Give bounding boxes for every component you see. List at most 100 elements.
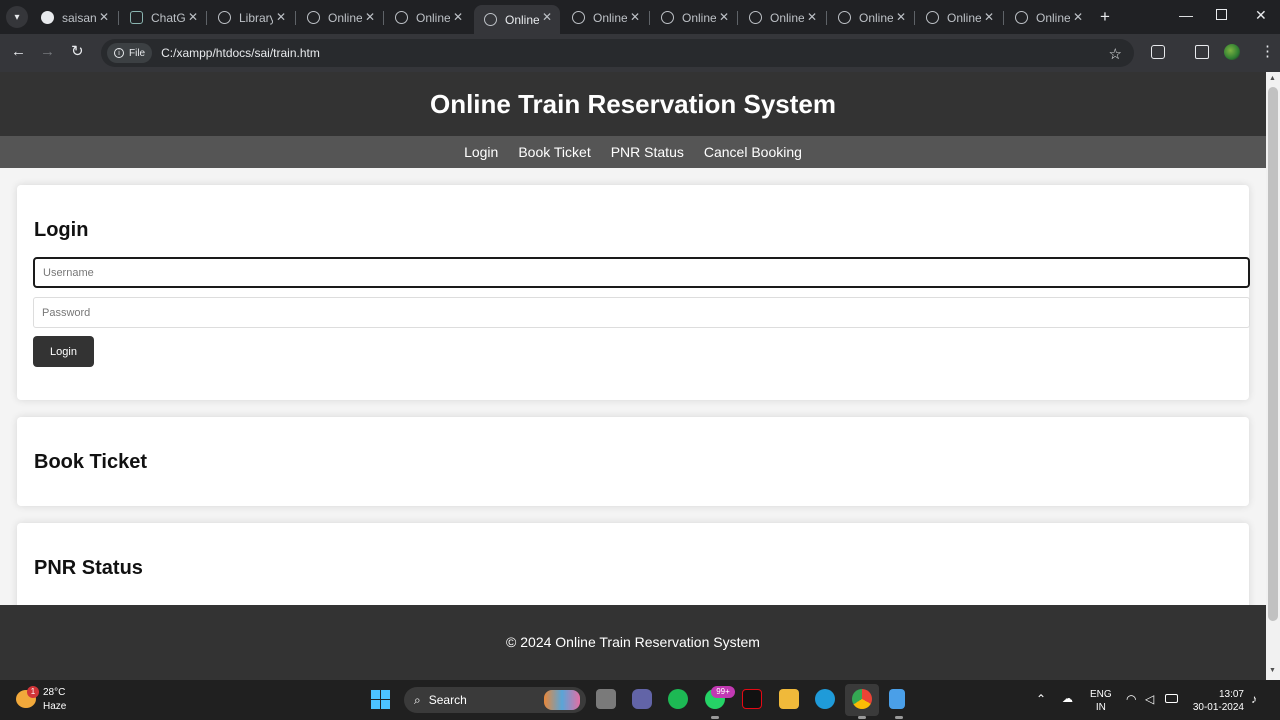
address-bar[interactable]: i File C:/xampp/htdocs/sai/train.htm ☆: [101, 39, 1134, 67]
start-windows-icon[interactable]: [371, 690, 390, 709]
browser-tab[interactable]: Online ✕: [297, 5, 383, 30]
tab-search-chevron-icon[interactable]: ▾: [6, 6, 28, 28]
tab-separator: [737, 11, 738, 25]
tab-title: Online: [328, 10, 362, 25]
scheme-label: File: [129, 47, 146, 59]
username-input[interactable]: [33, 257, 1250, 288]
browser-tab[interactable]: Online ✕: [1005, 5, 1091, 30]
whatsapp-badge: 99+: [711, 686, 735, 698]
side-panel-icon[interactable]: [1195, 45, 1209, 59]
tab-close-icon[interactable]: ✕: [896, 10, 906, 24]
tab-close-icon[interactable]: ✕: [719, 10, 729, 24]
url-text[interactable]: C:/xampp/htdocs/sai/train.htm: [161, 46, 320, 60]
tab-close-icon[interactable]: ✕: [99, 10, 109, 24]
login-section: Login Login: [17, 185, 1250, 400]
globe-icon: [484, 13, 497, 26]
close-window-icon[interactable]: ✕: [1255, 7, 1267, 24]
browser-tab[interactable]: Online ✕: [916, 5, 1002, 30]
tab-separator: [649, 11, 650, 25]
tab-title: ChatGPT: [151, 10, 185, 25]
tab-close-icon[interactable]: ✕: [365, 10, 375, 24]
tab-separator: [295, 11, 296, 25]
globe-icon: [1015, 11, 1028, 24]
scroll-up-arrow-icon[interactable]: ▲: [1269, 75, 1276, 82]
language-indicator[interactable]: ENG IN: [1090, 688, 1112, 714]
reload-icon[interactable]: ↻: [71, 44, 84, 60]
wifi-icon[interactable]: ◠: [1126, 692, 1136, 706]
site-info-chip[interactable]: i File: [107, 43, 153, 63]
tab-close-icon[interactable]: ✕: [542, 10, 552, 24]
pnr-status-heading: PNR Status: [34, 557, 143, 579]
taskbar-clock[interactable]: 13:07 30-01-2024: [1188, 688, 1244, 714]
nav-pnr-status-link[interactable]: PNR Status: [611, 144, 684, 160]
forward-arrow-icon[interactable]: →: [40, 44, 55, 60]
weather-temp[interactable]: 28°C: [43, 687, 65, 698]
tab-title: Online: [1036, 10, 1070, 25]
battery-icon[interactable]: [1165, 694, 1178, 703]
page-viewport: Online Train Reservation System Login Bo…: [0, 72, 1266, 680]
browser-tab[interactable]: Online ✕: [562, 5, 648, 30]
browser-tab[interactable]: ChatGPT✕: [120, 5, 206, 30]
speaker-muted-icon[interactable]: ◁: [1145, 692, 1154, 706]
tab-close-icon[interactable]: ✕: [276, 10, 286, 24]
login-heading: Login: [34, 219, 89, 241]
minimize-icon[interactable]: —: [1179, 7, 1193, 23]
notification-bell-icon[interactable]: ♪: [1251, 692, 1257, 706]
nav-login-link[interactable]: Login: [464, 144, 498, 160]
teams-icon[interactable]: [632, 689, 652, 709]
tab-close-icon[interactable]: ✕: [453, 10, 463, 24]
weather-desc[interactable]: Haze: [43, 701, 66, 712]
taskbar-search[interactable]: ⌕ Search: [404, 687, 586, 713]
password-input[interactable]: [33, 297, 1250, 328]
info-icon: i: [114, 48, 124, 58]
onedrive-icon[interactable]: ☁: [1062, 692, 1073, 705]
tray-overflow-chevron-icon[interactable]: ⌃: [1036, 692, 1046, 706]
lang-line1: ENG: [1090, 689, 1112, 700]
browser-toolbar: ← → ↻ i File C:/xampp/htdocs/sai/train.h…: [0, 34, 1280, 72]
tab-close-icon[interactable]: ✕: [984, 10, 994, 24]
tab-close-icon[interactable]: ✕: [807, 10, 817, 24]
windows-taskbar: 1 28°C Haze ⌕ Search 99+ ⌃ ☁ ENG IN ◠ ◁ …: [0, 680, 1280, 720]
clock-date: 30-01-2024: [1192, 702, 1244, 713]
browser-menu-icon[interactable]: ⋮: [1260, 43, 1275, 61]
tab-close-icon[interactable]: ✕: [630, 10, 640, 24]
chrome-icon[interactable]: [852, 689, 872, 719]
spotify-icon[interactable]: [668, 689, 688, 709]
extensions-icon[interactable]: [1151, 45, 1165, 59]
tab-title: Library: [239, 10, 273, 25]
weather-badge: 1: [27, 686, 39, 698]
nav-cancel-booking-link[interactable]: Cancel Booking: [704, 144, 802, 160]
edge-icon[interactable]: [815, 689, 835, 709]
search-icon: ⌕: [414, 692, 421, 707]
tab-close-icon[interactable]: ✕: [1073, 10, 1083, 24]
maximize-icon[interactable]: [1216, 9, 1227, 20]
browser-tab[interactable]: Library ✕: [208, 5, 294, 30]
browser-tab[interactable]: Online ✕: [739, 5, 825, 30]
scrollbar-thumb[interactable]: [1268, 87, 1278, 621]
nav-book-ticket-link[interactable]: Book Ticket: [518, 144, 590, 160]
globe-icon: [395, 11, 408, 24]
browser-tab[interactable]: Online ✕: [828, 5, 914, 30]
book-ticket-section: Book Ticket: [17, 417, 1249, 506]
tab-separator: [826, 11, 827, 25]
tab-separator: [914, 11, 915, 25]
browser-tab[interactable]: Online ✕: [651, 5, 737, 30]
globe-icon: [838, 11, 851, 24]
new-tab-plus-icon[interactable]: +: [1100, 7, 1110, 27]
login-button[interactable]: Login: [33, 336, 94, 367]
scroll-down-arrow-icon[interactable]: ▼: [1269, 667, 1276, 674]
back-arrow-icon[interactable]: ←: [11, 44, 26, 60]
browser-tab-strip: ▾ saisant✕ChatGPT✕Library✕Online✕Online✕…: [0, 0, 1280, 34]
notepad-icon[interactable]: [889, 689, 905, 719]
profile-avatar[interactable]: [1224, 44, 1240, 60]
browser-tab[interactable]: Online ✕: [385, 5, 471, 30]
file-explorer-icon[interactable]: [779, 689, 799, 709]
browser-tab[interactable]: saisant✕: [31, 5, 117, 30]
netflix-icon[interactable]: [742, 689, 762, 709]
browser-tab[interactable]: Online ✕: [474, 5, 560, 34]
bookmark-star-icon[interactable]: ☆: [1109, 45, 1122, 63]
globe-icon: [572, 11, 585, 24]
tab-separator: [1003, 11, 1004, 25]
tab-close-icon[interactable]: ✕: [188, 10, 198, 24]
task-view-icon[interactable]: [596, 689, 616, 709]
